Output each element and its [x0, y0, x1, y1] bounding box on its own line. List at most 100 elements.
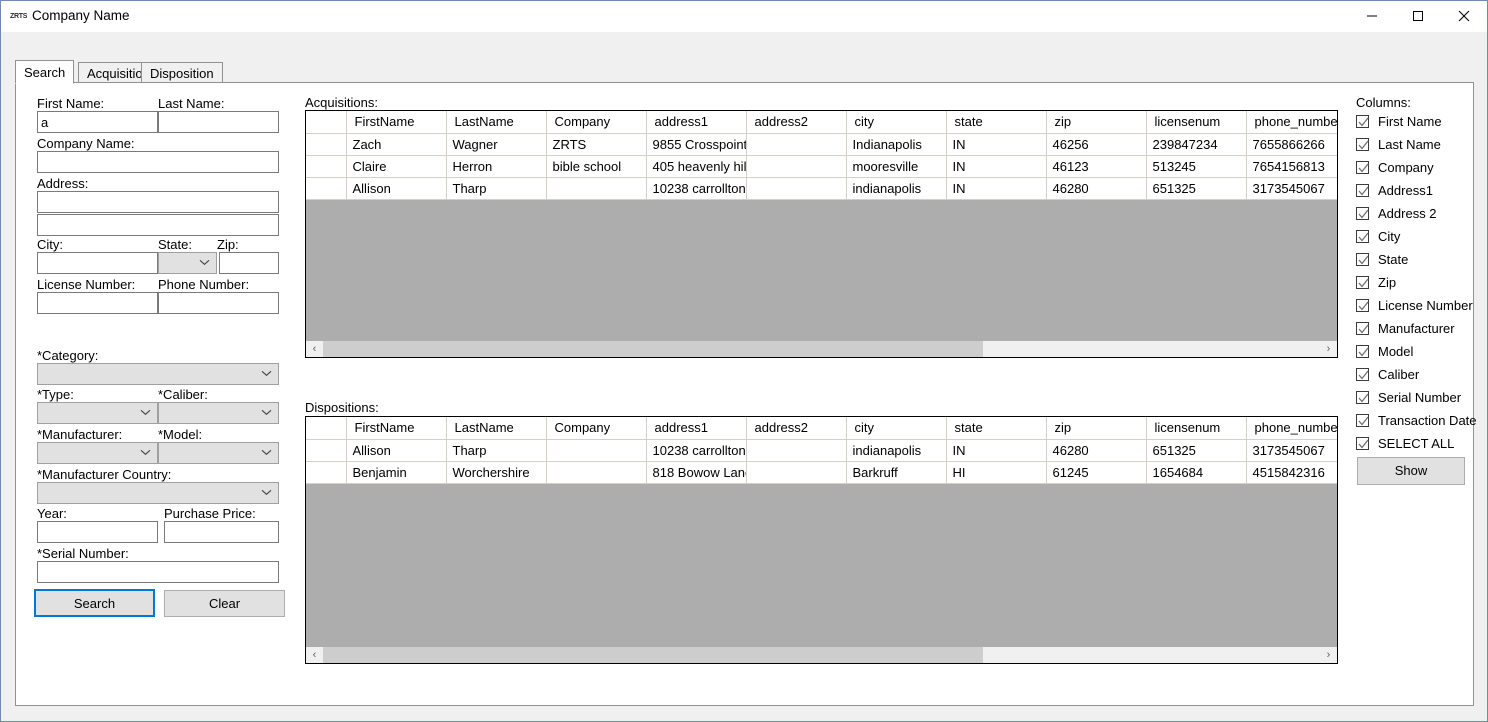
cell-state[interactable]: IN	[946, 177, 1047, 200]
cell-firstname[interactable]: Zach	[346, 133, 447, 156]
cell-zip[interactable]: 46123	[1046, 155, 1147, 178]
cell-zip[interactable]: 46256	[1046, 133, 1147, 156]
cell-licensenum[interactable]: 239847234	[1146, 133, 1247, 156]
cell-company[interactable]: ZRTS	[546, 133, 647, 156]
checkbox-last-name[interactable]: Last Name	[1356, 136, 1486, 155]
state-dropdown[interactable]	[158, 252, 217, 274]
column-header-address2[interactable]: address2	[746, 111, 847, 134]
column-header-address1[interactable]: address1	[646, 417, 747, 440]
cell-phonenumber[interactable]: 3173545067	[1246, 439, 1337, 462]
checkbox-serial-number[interactable]: Serial Number	[1356, 389, 1486, 408]
cell-state[interactable]: IN	[946, 133, 1047, 156]
cell-address1[interactable]: 10238 carrollton ...	[646, 177, 747, 200]
column-header-company[interactable]: Company	[546, 111, 647, 134]
maximize-button[interactable]	[1395, 1, 1441, 31]
caliber-dropdown[interactable]	[158, 402, 279, 424]
zip-input[interactable]	[219, 252, 279, 274]
cell-lastname[interactable]: Wagner	[446, 133, 547, 156]
acquisitions-hscrollbar[interactable]: ‹ ›	[306, 340, 1337, 357]
purchase-price-input[interactable]	[164, 521, 279, 543]
cell-firstname[interactable]: Claire	[346, 155, 447, 178]
cell-zip[interactable]: 46280	[1046, 177, 1147, 200]
scroll-right-icon[interactable]: ›	[1320, 341, 1337, 357]
cell-licensenum[interactable]: 513245	[1146, 155, 1247, 178]
cell-state[interactable]: IN	[946, 155, 1047, 178]
cell-phonenumber[interactable]: 3173545067	[1246, 177, 1337, 200]
cell-phonenumber[interactable]: 7655866266	[1246, 133, 1337, 156]
cell-address1[interactable]: 10238 carrollton ...	[646, 439, 747, 462]
checkbox-state[interactable]: State	[1356, 251, 1486, 270]
checkbox-zip[interactable]: Zip	[1356, 274, 1486, 293]
column-header-address2[interactable]: address2	[746, 417, 847, 440]
cell-company[interactable]	[546, 461, 647, 484]
checkbox-caliber[interactable]: Caliber	[1356, 366, 1486, 385]
column-header-phonenumber[interactable]: phone_number	[1246, 417, 1337, 440]
cell-lastname[interactable]: Tharp	[446, 439, 547, 462]
column-header-address1[interactable]: address1	[646, 111, 747, 134]
cell-city[interactable]: indianapolis	[846, 177, 947, 200]
cell-city[interactable]: mooresville	[846, 155, 947, 178]
cell-phonenumber[interactable]: 4515842316	[1246, 461, 1337, 484]
row-selector[interactable]	[306, 461, 347, 484]
cell-address2[interactable]	[746, 461, 847, 484]
checkbox-select-all[interactable]: SELECT ALL	[1356, 435, 1486, 454]
manufacturer-dropdown[interactable]	[37, 442, 158, 464]
cell-company[interactable]: bible school	[546, 155, 647, 178]
first-name-input[interactable]	[37, 111, 158, 133]
column-header-state[interactable]: state	[946, 417, 1047, 440]
scroll-right-icon[interactable]: ›	[1320, 647, 1337, 663]
cell-licensenum[interactable]: 651325	[1146, 177, 1247, 200]
column-header-city[interactable]: city	[846, 417, 947, 440]
license-number-input[interactable]	[37, 292, 158, 314]
dispositions-grid[interactable]: FirstName LastName Company address1 addr…	[305, 416, 1338, 664]
column-header-company[interactable]: Company	[546, 417, 647, 440]
column-header-rowselect[interactable]	[306, 417, 347, 440]
cell-city[interactable]: Barkruff	[846, 461, 947, 484]
cell-address1[interactable]: 405 heavenly hill	[646, 155, 747, 178]
cell-state[interactable]: IN	[946, 439, 1047, 462]
column-header-lastname[interactable]: LastName	[446, 417, 547, 440]
cell-city[interactable]: indianapolis	[846, 439, 947, 462]
scroll-left-icon[interactable]: ‹	[306, 647, 323, 663]
column-header-licensenum[interactable]: licensenum	[1146, 417, 1247, 440]
address1-input[interactable]	[37, 191, 279, 213]
column-header-rowselect[interactable]	[306, 111, 347, 134]
cell-city[interactable]: Indianapolis	[846, 133, 947, 156]
row-selector[interactable]	[306, 177, 347, 200]
cell-zip[interactable]: 61245	[1046, 461, 1147, 484]
row-selector[interactable]	[306, 439, 347, 462]
cell-company[interactable]	[546, 177, 647, 200]
row-selector[interactable]	[306, 155, 347, 178]
cell-address1[interactable]: 9855 Crosspoint	[646, 133, 747, 156]
checkbox-company[interactable]: Company	[1356, 159, 1486, 178]
column-header-licensenum[interactable]: licensenum	[1146, 111, 1247, 134]
city-input[interactable]	[37, 252, 158, 274]
minimize-button[interactable]	[1349, 1, 1395, 31]
clear-button[interactable]: Clear	[164, 590, 285, 617]
show-button[interactable]: Show	[1357, 457, 1465, 485]
scroll-thumb[interactable]	[323, 341, 983, 357]
search-button[interactable]: Search	[34, 589, 155, 617]
serial-number-input[interactable]	[37, 561, 279, 583]
cell-firstname[interactable]: Allison	[346, 177, 447, 200]
cell-licensenum[interactable]: 1654684	[1146, 461, 1247, 484]
model-dropdown[interactable]	[158, 442, 279, 464]
column-header-zip[interactable]: zip	[1046, 111, 1147, 134]
column-header-state[interactable]: state	[946, 111, 1047, 134]
column-header-firstname[interactable]: FirstName	[346, 111, 447, 134]
cell-address2[interactable]	[746, 177, 847, 200]
checkbox-transaction-date[interactable]: Transaction Date	[1356, 412, 1486, 431]
phone-number-input[interactable]	[158, 292, 279, 314]
scroll-left-icon[interactable]: ‹	[306, 341, 323, 357]
address2-input[interactable]	[37, 214, 279, 236]
dispositions-hscrollbar[interactable]: ‹ ›	[306, 646, 1337, 663]
cell-phonenumber[interactable]: 7654156813	[1246, 155, 1337, 178]
checkbox-address1[interactable]: Address1	[1356, 182, 1486, 201]
column-header-lastname[interactable]: LastName	[446, 111, 547, 134]
acquisitions-grid[interactable]: FirstName LastName Company address1 addr…	[305, 110, 1338, 358]
company-name-input[interactable]	[37, 151, 279, 173]
cell-zip[interactable]: 46280	[1046, 439, 1147, 462]
column-header-zip[interactable]: zip	[1046, 417, 1147, 440]
cell-address1[interactable]: 818 Bowow Lane	[646, 461, 747, 484]
checkbox-model[interactable]: Model	[1356, 343, 1486, 362]
